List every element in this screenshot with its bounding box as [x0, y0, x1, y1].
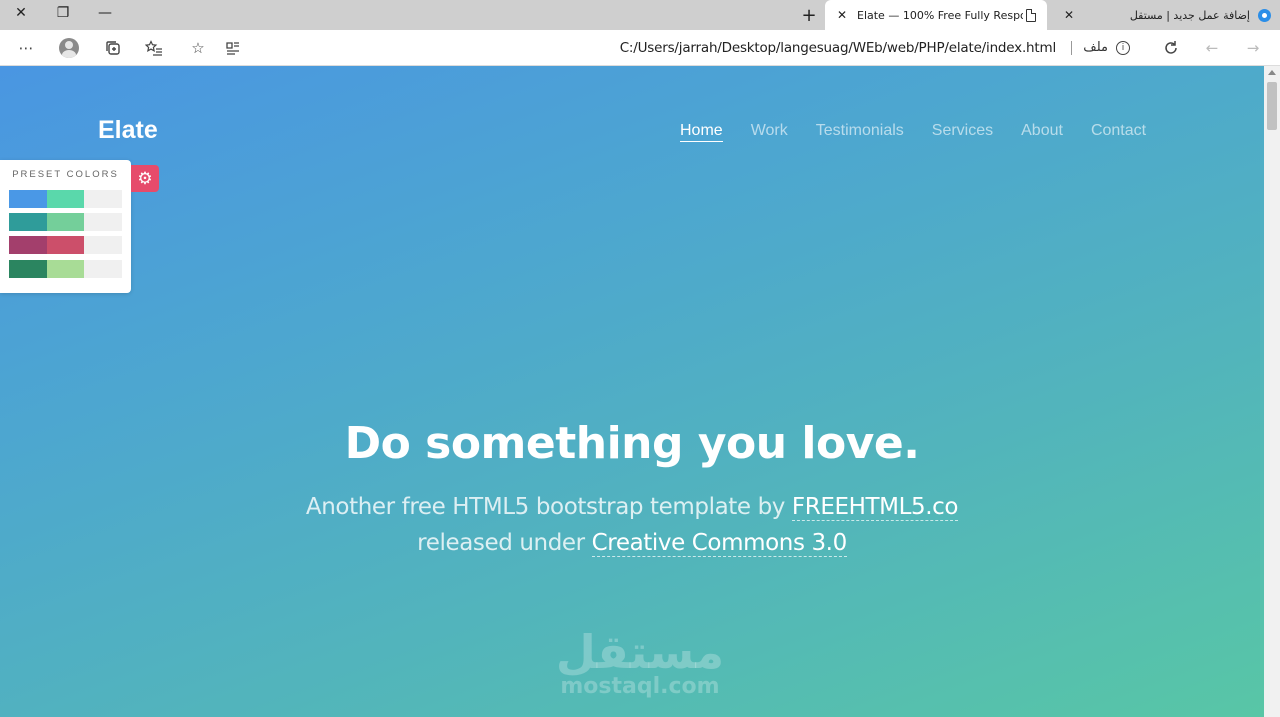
- scroll-up-arrow-icon[interactable]: [1268, 70, 1276, 75]
- tab-close-icon[interactable]: ✕: [1060, 8, 1078, 22]
- watermark-logo: مستقل mostaql.com: [540, 629, 740, 699]
- watermark-arabic: مستقل: [555, 625, 725, 679]
- site-info-label[interactable]: ملف: [1083, 40, 1108, 55]
- immersive-reader-icon[interactable]: [219, 34, 247, 62]
- gear-icon[interactable]: ⚙: [131, 165, 159, 192]
- nav-home[interactable]: Home: [680, 122, 723, 142]
- forward-icon[interactable]: →: [1239, 34, 1267, 62]
- info-icon[interactable]: i: [1116, 41, 1130, 55]
- address-bar[interactable]: ☆ C:/Users/jarrah/Desktop/langesuag/WEb/…: [182, 33, 1144, 63]
- tab-mostaql[interactable]: ✕ إضافة عمل جديد | مستقل: [1052, 0, 1280, 30]
- star-icon[interactable]: ☆: [184, 34, 212, 62]
- url-text[interactable]: C:/Users/jarrah/Desktop/langesuag/WEb/we…: [620, 40, 1056, 56]
- tab-close-icon[interactable]: ✕: [833, 8, 851, 22]
- subtitle-text: Another free HTML5 bootstrap template by: [305, 494, 785, 520]
- nav-testimonials[interactable]: Testimonials: [816, 122, 904, 142]
- freehtml5-link[interactable]: FREEHTML5.co: [791, 494, 958, 521]
- watermark-latin: mostaql.com: [560, 674, 720, 699]
- hero-title: Do something you love.: [344, 418, 920, 469]
- creative-commons-link[interactable]: Creative Commons 3.0: [591, 530, 847, 557]
- preset-colors-panel: PRESET COLORS: [0, 160, 131, 293]
- subtitle-text: released under: [417, 530, 585, 556]
- preset-swatch-3[interactable]: [9, 236, 122, 254]
- site-favicon-icon: [1256, 7, 1272, 23]
- scroll-thumb[interactable]: [1267, 82, 1277, 130]
- minimize-window-button[interactable]: —: [84, 0, 126, 26]
- address-separator: [1071, 41, 1072, 55]
- tab-strip: ✕ ❐ — + ✕ Elate — 100% Free Fully Respon…: [0, 0, 1280, 30]
- collections-icon[interactable]: [99, 34, 127, 62]
- tab-title: إضافة عمل جديد | مستقل: [1129, 8, 1250, 22]
- hero-subtitle: Another free HTML5 bootstrap template by…: [0, 489, 1264, 561]
- refresh-icon[interactable]: [1157, 34, 1185, 62]
- favorites-list-icon[interactable]: [140, 34, 168, 62]
- tab-title: Elate — 100% Free Fully Responsive: [857, 8, 1023, 22]
- document-icon: [1023, 7, 1039, 23]
- close-window-button[interactable]: ✕: [0, 0, 42, 26]
- nav-services[interactable]: Services: [932, 122, 993, 142]
- nav-about[interactable]: About: [1021, 122, 1063, 142]
- preset-swatch-4[interactable]: [9, 260, 122, 278]
- new-tab-button[interactable]: +: [796, 2, 822, 28]
- preset-swatch-2[interactable]: [9, 213, 122, 231]
- tab-elate[interactable]: ✕ Elate — 100% Free Fully Responsive: [825, 0, 1047, 30]
- profile-icon[interactable]: [55, 34, 83, 62]
- site-logo[interactable]: Elate: [98, 116, 158, 145]
- preset-swatch-1[interactable]: [9, 190, 122, 208]
- vertical-scrollbar[interactable]: [1264, 66, 1280, 717]
- preset-colors-title: PRESET COLORS: [12, 169, 119, 180]
- nav-contact[interactable]: Contact: [1091, 122, 1146, 142]
- main-nav: Home Work Testimonials Services About Co…: [680, 122, 1174, 142]
- nav-work[interactable]: Work: [751, 122, 788, 142]
- more-icon[interactable]: ⋯: [12, 34, 40, 62]
- page-viewport: Elate Home Work Testimonials Services Ab…: [0, 66, 1264, 717]
- restore-window-button[interactable]: ❐: [42, 0, 84, 26]
- browser-toolbar: ⋯ ☆ C:/Users/jarrah/Desktop/langesuag/WE…: [0, 30, 1280, 66]
- back-icon[interactable]: ←: [1198, 34, 1226, 62]
